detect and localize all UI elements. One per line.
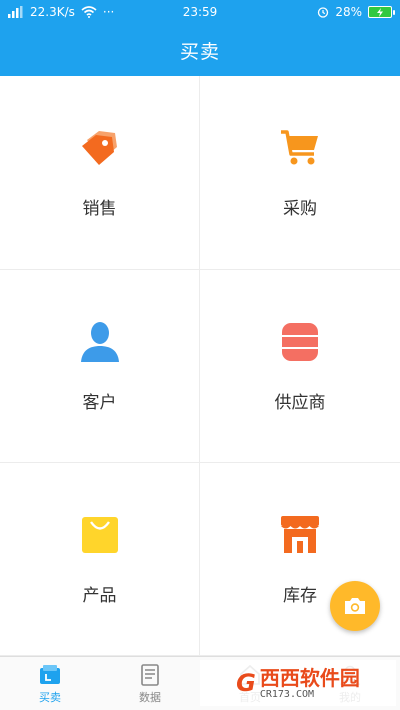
battery-percent: 28% <box>335 5 362 19</box>
watermark-url: CR173.COM <box>259 688 315 700</box>
tab-label: 买卖 <box>39 690 61 704</box>
shopping-bag-icon <box>81 516 118 553</box>
network-speed: 22.3K/s <box>30 5 75 19</box>
wallet-icon <box>40 664 60 684</box>
more-dots: ··· <box>102 5 115 19</box>
grid-item-label: 销售 <box>82 199 117 219</box>
grid-item-label: 客户 <box>82 392 117 413</box>
grid-item-purchase[interactable]: 采购 <box>200 76 400 270</box>
alarm-icon <box>318 7 329 18</box>
watermark-logo: G <box>236 669 256 697</box>
grid-item-label: 供应商 <box>274 392 326 413</box>
grid-item-sales[interactable]: 销售 <box>0 76 200 270</box>
grid-item-label: 产品 <box>82 585 117 606</box>
tab-label: 数据 <box>139 690 161 704</box>
status-right: 28% <box>317 5 395 19</box>
tab-data[interactable]: 数据 <box>100 657 200 710</box>
battery-icon <box>368 6 395 18</box>
status-bar: 22.3K/s ··· 23:59 28% <box>0 0 400 24</box>
cart-icon <box>281 130 318 165</box>
app-bar: 买卖 <box>0 24 400 76</box>
site-watermark: G 西西软件园 CR173.COM <box>200 660 396 706</box>
document-icon <box>141 663 159 686</box>
page-title: 买卖 <box>179 40 220 63</box>
tab-trade[interactable]: 买卖 <box>0 657 100 710</box>
watermark-name: 西西软件园 <box>259 665 360 690</box>
grid-item-label: 采购 <box>283 199 317 219</box>
wifi-icon <box>81 6 97 18</box>
store-icon <box>281 515 319 553</box>
status-left: 22.3K/s ··· <box>8 5 114 19</box>
grid-item-customer[interactable]: 客户 <box>0 270 200 463</box>
grid-item-label: 库存 <box>283 585 317 606</box>
grid-item-inventory[interactable]: 库存 <box>200 463 400 656</box>
signal-icon <box>8 6 23 18</box>
camera-icon <box>345 598 365 614</box>
camera-button[interactable] <box>330 581 380 631</box>
menu-grid: 销售 采购 客户 供应商 产品 库存 <box>0 76 400 656</box>
database-icon <box>282 322 318 361</box>
tag-icon <box>81 131 117 165</box>
grid-item-supplier[interactable]: 供应商 <box>200 270 400 463</box>
watermark-text: 西西软件园 CR173.COM <box>260 667 360 700</box>
user-icon <box>80 321 119 362</box>
grid-item-product[interactable]: 产品 <box>0 463 200 656</box>
